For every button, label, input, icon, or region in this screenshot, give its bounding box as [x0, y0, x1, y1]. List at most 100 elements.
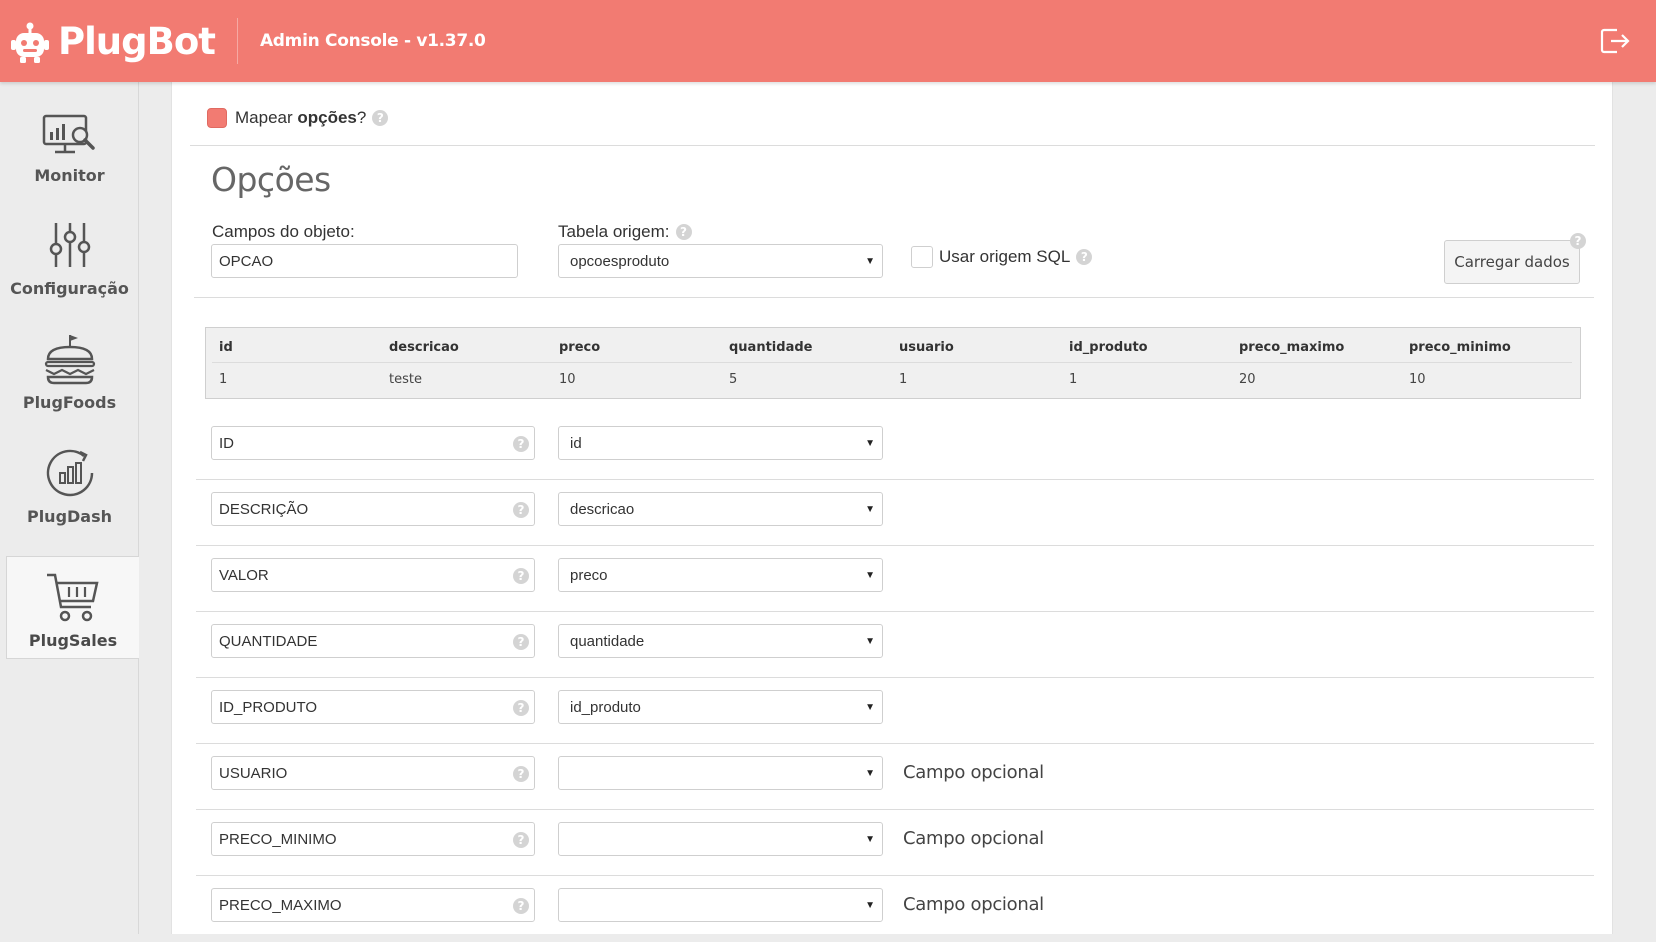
column-header: preco_maximo: [1232, 328, 1402, 363]
field-name-input[interactable]: ID_PRODUTO?: [211, 690, 535, 724]
caret-down-icon: ▼: [865, 570, 875, 581]
table-cell: 1: [899, 371, 908, 387]
field-name-input[interactable]: USUARIO?: [211, 756, 535, 790]
table-cell: 10: [559, 371, 576, 387]
header-divider: [236, 18, 238, 64]
logo-text: PlugBot: [58, 19, 216, 63]
column-select[interactable]: ▼: [558, 756, 883, 790]
caret-down-icon: ▼: [865, 900, 875, 911]
column-select[interactable]: ▼: [558, 888, 883, 922]
mapping-row-id: ID? id ▼: [196, 414, 1594, 480]
caret-down-icon: ▼: [865, 256, 875, 267]
table-header-row: id descricao preco quantidade usuario id…: [212, 328, 1572, 363]
sidebar: Monitor Configuração PlugFoods PlugDash …: [0, 82, 139, 934]
table-row: 1 teste 10 5 1 1 20 10: [212, 362, 1572, 396]
divider: [194, 297, 1594, 298]
load-data-button[interactable]: Carregar dados: [1444, 240, 1580, 284]
column-select[interactable]: preco ▼: [558, 558, 883, 592]
column-select[interactable]: id ▼: [558, 426, 883, 460]
sql-origin-checkbox[interactable]: [911, 246, 933, 268]
map-options-bold: opções: [297, 108, 357, 127]
sidebar-item-plugsales[interactable]: PlugSales: [6, 556, 139, 659]
sidebar-item-label: PlugSales: [28, 631, 118, 650]
help-icon[interactable]: ?: [513, 898, 529, 914]
column-value: descricao: [570, 500, 635, 518]
help-icon[interactable]: ?: [513, 832, 529, 848]
mapping-row-id-produto: ID_PRODUTO? id_produto ▼: [196, 678, 1594, 744]
table-cell: 5: [729, 371, 738, 387]
column-value: id_produto: [570, 698, 641, 716]
table-cell: 1: [219, 371, 228, 387]
mapping-row-usuario: USUARIO? ▼ Campo opcional: [196, 744, 1594, 810]
help-icon[interactable]: ?: [513, 766, 529, 782]
logout-icon[interactable]: [1600, 27, 1630, 55]
field-name-input[interactable]: VALOR?: [211, 558, 535, 592]
caret-down-icon: ▼: [865, 636, 875, 647]
dashboard-chart-icon: [46, 449, 93, 497]
sidebar-item-plugfoods[interactable]: PlugFoods: [0, 317, 139, 420]
table-cell: 1: [1069, 371, 1078, 387]
column-select[interactable]: descricao ▼: [558, 492, 883, 526]
caret-down-icon: ▼: [865, 834, 875, 845]
monitor-chart-icon: [42, 114, 95, 154]
map-options-row: Mapear opções? ?: [207, 108, 389, 128]
caret-down-icon: ▼: [865, 702, 875, 713]
field-name: PRECO_MINIMO: [219, 830, 337, 848]
robot-logo-icon: [11, 22, 49, 63]
header-title: Admin Console - v1.37.0: [259, 31, 486, 51]
column-select[interactable]: quantidade ▼: [558, 624, 883, 658]
column-value: id: [570, 434, 582, 452]
sidebar-item-monitor[interactable]: Monitor: [0, 90, 139, 193]
help-icon[interactable]: ?: [372, 110, 389, 126]
field-name: ID_PRODUTO: [219, 698, 318, 716]
field-name-input[interactable]: PRECO_MAXIMO?: [211, 888, 535, 922]
optional-note: Campo opcional: [903, 894, 1044, 915]
sidebar-item-label: PlugDash: [26, 507, 113, 526]
help-icon[interactable]: ?: [513, 634, 529, 650]
mapping-row-valor: VALOR? preco ▼: [196, 546, 1594, 612]
column-value: preco: [570, 566, 608, 584]
sql-origin-row: Usar origem SQL ?: [911, 246, 1093, 268]
tabela-select[interactable]: opcoesproduto ▼: [558, 244, 883, 278]
field-name: VALOR: [219, 566, 269, 584]
caret-down-icon: ▼: [865, 438, 875, 449]
campos-label: Campos do objeto:: [212, 222, 355, 241]
sliders-icon: [49, 223, 90, 267]
divider: [190, 145, 1595, 146]
plugbot-logo[interactable]: PlugBot: [0, 0, 216, 82]
shopping-cart-icon: [47, 573, 99, 622]
campos-input[interactable]: OPCAO: [211, 244, 518, 278]
column-select[interactable]: ▼: [558, 822, 883, 856]
map-options-checkbox[interactable]: [207, 108, 227, 128]
help-icon[interactable]: ?: [513, 502, 529, 518]
sql-origin-label: Usar origem SQL: [939, 247, 1071, 266]
sidebar-item-label: Configuração: [10, 279, 129, 298]
sidebar-item-label: PlugFoods: [22, 393, 117, 412]
optional-note: Campo opcional: [903, 762, 1044, 783]
sidebar-item-configuracao[interactable]: Configuração: [0, 203, 139, 306]
field-name-input[interactable]: ID?: [211, 426, 535, 460]
field-name: QUANTIDADE: [219, 632, 318, 650]
help-icon[interactable]: ?: [675, 224, 692, 240]
sidebar-item-plugdash[interactable]: PlugDash: [0, 431, 139, 534]
mapping-row-descricao: DESCRIÇÃO? descricao ▼: [196, 480, 1594, 546]
help-icon[interactable]: ?: [1570, 233, 1586, 249]
column-header: id_produto: [1062, 328, 1232, 363]
campos-value: OPCAO: [219, 252, 274, 270]
field-name: PRECO_MAXIMO: [219, 896, 342, 914]
map-options-prefix: Mapear: [235, 108, 293, 127]
column-header: descricao: [382, 328, 552, 363]
field-name: USUARIO: [219, 764, 288, 782]
field-name-input[interactable]: QUANTIDADE?: [211, 624, 535, 658]
mapping-row-preco-minimo: PRECO_MINIMO? ▼ Campo opcional: [196, 810, 1594, 876]
help-icon[interactable]: ?: [513, 436, 529, 452]
help-icon[interactable]: ?: [513, 700, 529, 716]
help-icon[interactable]: ?: [1076, 249, 1093, 265]
field-name-input[interactable]: DESCRIÇÃO?: [211, 492, 535, 526]
field-name: DESCRIÇÃO: [219, 500, 309, 518]
help-icon[interactable]: ?: [513, 568, 529, 584]
column-header: preco: [552, 328, 722, 363]
column-header: usuario: [892, 328, 1062, 363]
field-name-input[interactable]: PRECO_MINIMO?: [211, 822, 535, 856]
column-select[interactable]: id_produto ▼: [558, 690, 883, 724]
